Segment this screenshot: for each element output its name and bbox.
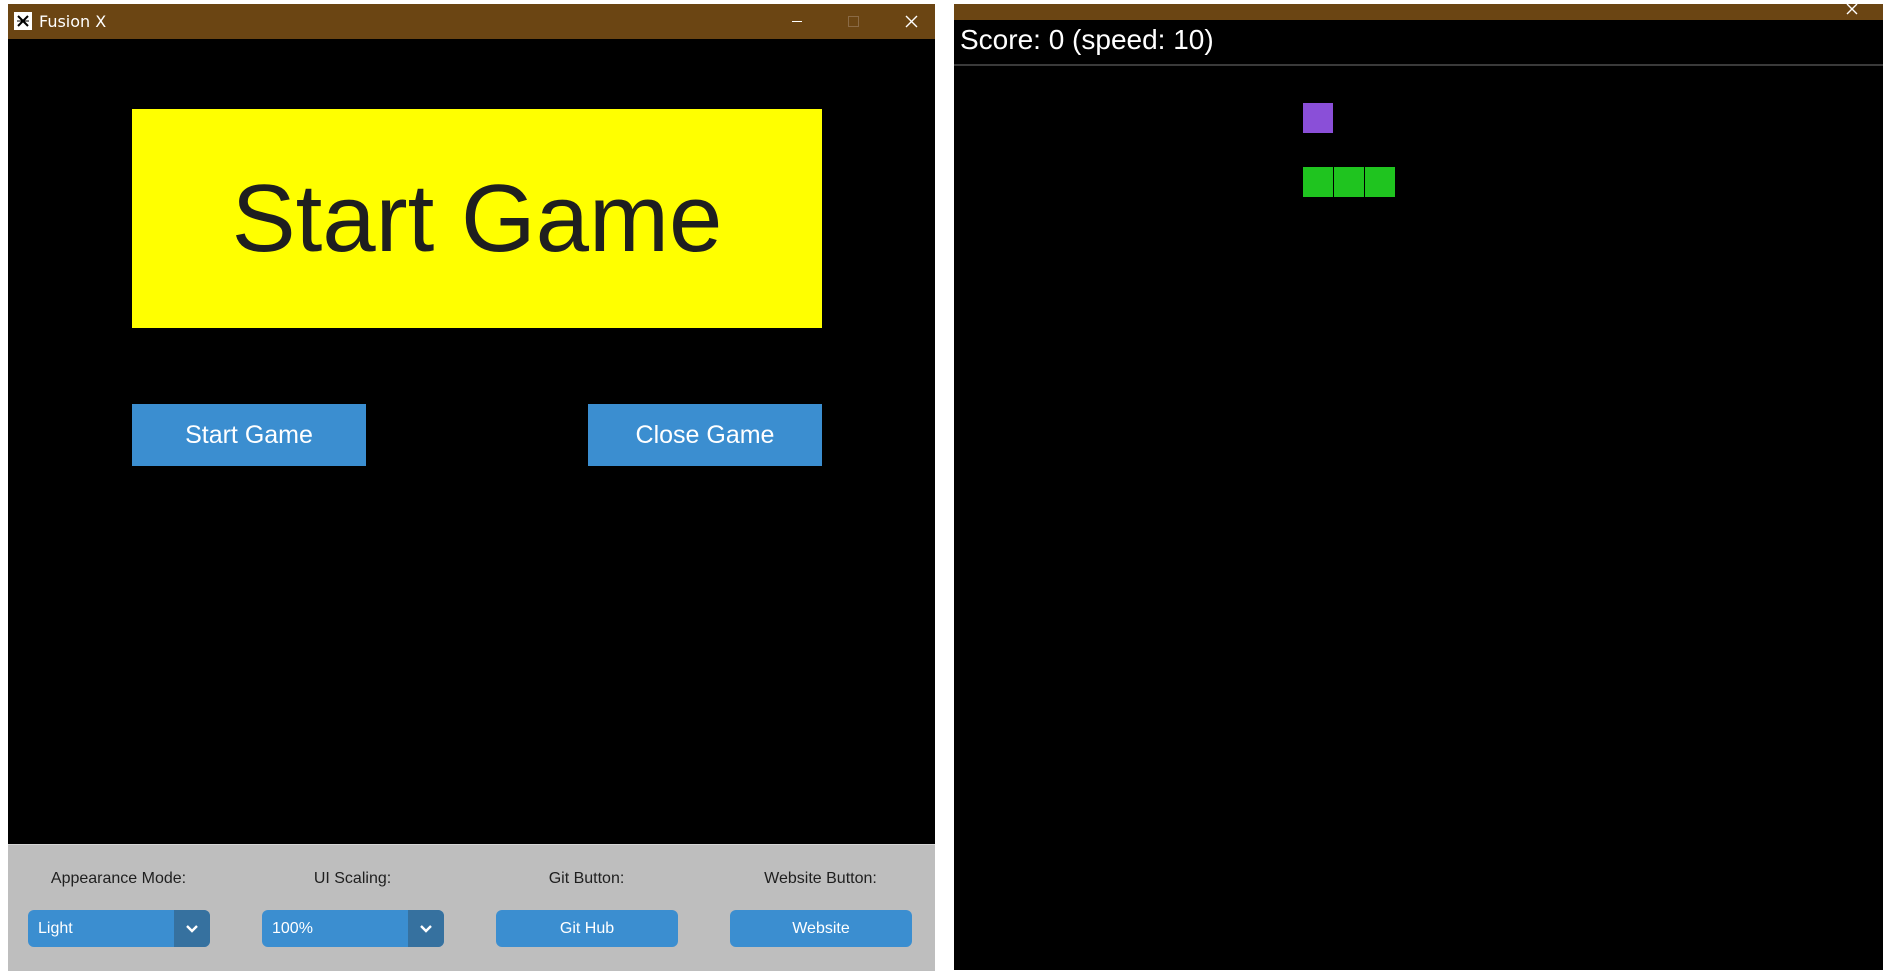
minimize-button[interactable] (774, 4, 820, 39)
app-icon (14, 12, 32, 30)
appearance-mode-dropdown[interactable]: Light (28, 910, 210, 947)
start-game-banner: Start Game (132, 109, 822, 328)
ui-scaling-value: 100% (272, 920, 313, 937)
appearance-mode-value: Light (38, 920, 73, 937)
score-label: Score: 0 (speed: 10) (960, 24, 1214, 55)
window-title: Fusion X (39, 12, 107, 31)
maximize-button[interactable] (830, 4, 876, 39)
ui-scaling-label: UI Scaling: (313, 870, 392, 887)
dropdown-arrow[interactable] (408, 910, 444, 947)
git-button-label: Git Button: (548, 870, 625, 887)
git-hub-button[interactable]: Git Hub (496, 910, 678, 947)
settings-panel: Appearance Mode: UI Scaling: Git Button:… (8, 844, 935, 971)
chevron-down-icon (186, 925, 198, 933)
title-bar[interactable]: Fusion X (8, 4, 935, 39)
chevron-down-icon (420, 925, 432, 933)
close-icon[interactable] (1839, 4, 1869, 20)
close-icon (905, 15, 918, 28)
banner-title: Start Game (231, 164, 723, 272)
game-canvas[interactable] (954, 66, 1883, 970)
snake-segment (1303, 167, 1333, 197)
website-button-label: Website Button: (764, 870, 877, 887)
start-game-button[interactable]: Start Game (132, 404, 366, 466)
snake-segment (1334, 167, 1364, 197)
fusion-x-window: Fusion X Start Game Start Game Close Gam… (8, 4, 935, 971)
maximize-icon (848, 16, 859, 27)
close-game-button[interactable]: Close Game (588, 404, 822, 466)
appearance-mode-label: Appearance Mode: (50, 870, 187, 887)
dropdown-arrow[interactable] (174, 910, 210, 947)
minimize-icon (792, 21, 802, 22)
website-button[interactable]: Website (730, 910, 912, 947)
food-item (1303, 103, 1333, 133)
close-window-button[interactable] (889, 4, 935, 39)
snake-segment (1365, 167, 1395, 197)
game-window: Score: 0 (speed: 10) (954, 4, 1883, 970)
game-title-bar[interactable] (954, 4, 1883, 20)
ui-scaling-dropdown[interactable]: 100% (262, 910, 444, 947)
